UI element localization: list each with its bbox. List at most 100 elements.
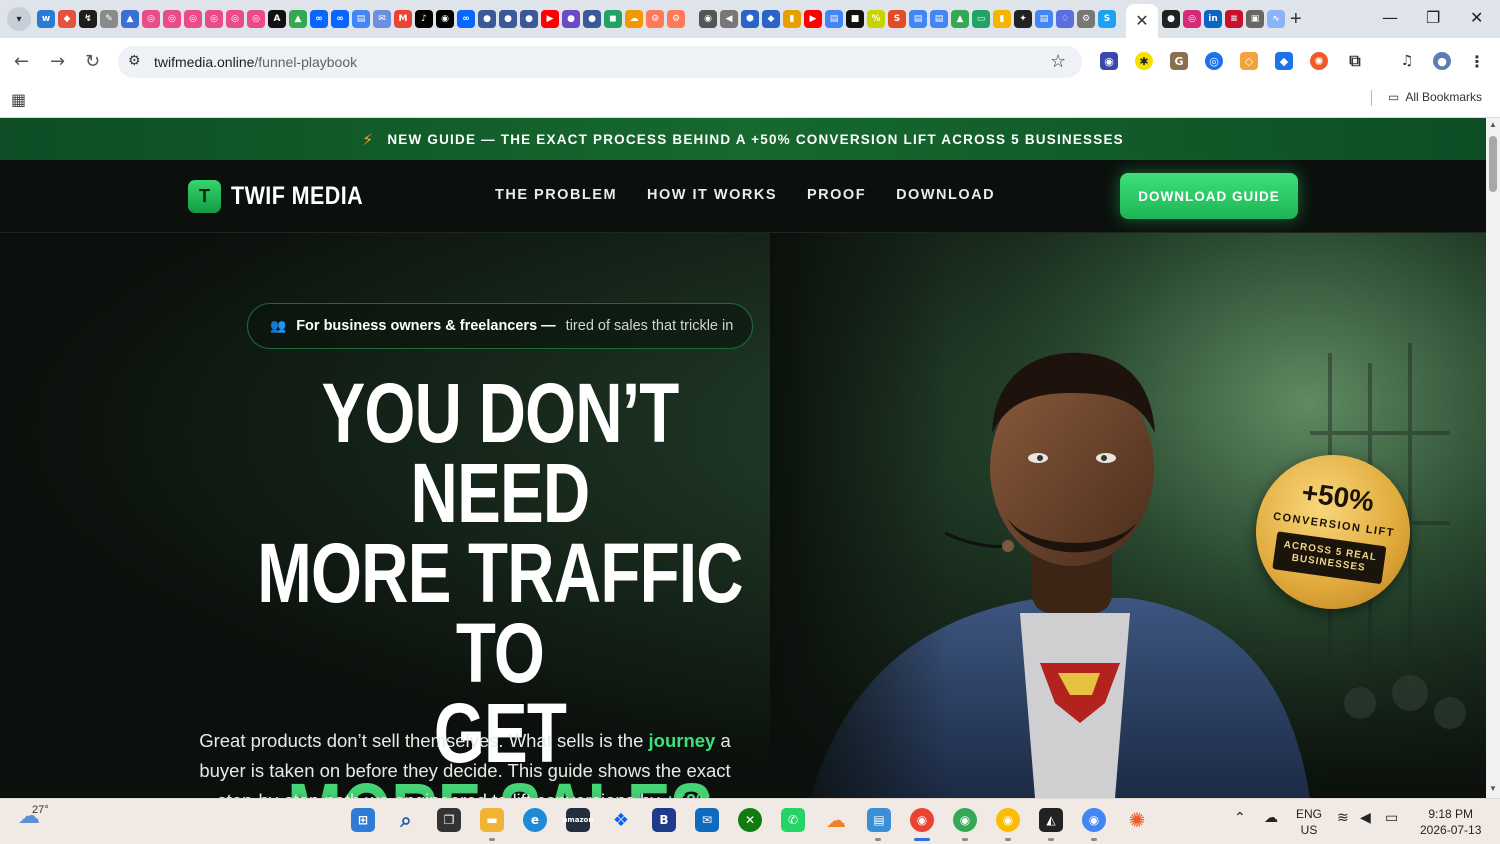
tab-favicon-icon[interactable]: ⬢ — [741, 10, 759, 28]
dropbox-icon[interactable]: ❖ — [609, 808, 633, 832]
tab-favicon-icon[interactable]: A — [268, 10, 286, 28]
tab-favicon-icon[interactable]: ▤ — [352, 10, 370, 28]
tab-favicon-icon[interactable]: ● — [1162, 10, 1180, 28]
windows-start-icon[interactable]: ⊞ — [351, 808, 375, 832]
extension-icon[interactable]: ✺ — [1310, 52, 1328, 70]
tab-favicon-icon[interactable]: ☁ — [625, 10, 643, 28]
extension-icon[interactable]: ◉ — [1100, 52, 1118, 70]
tab-favicon-icon[interactable]: ◆ — [58, 10, 76, 28]
tab-favicon-icon[interactable]: ▶ — [804, 10, 822, 28]
volume-icon[interactable]: ◀ — [1360, 810, 1371, 826]
tab-favicon-icon[interactable]: ▲ — [121, 10, 139, 28]
nav-link-download[interactable]: DOWNLOAD — [896, 187, 995, 203]
url-text[interactable]: twifmedia.online/funnel-playbook — [154, 54, 357, 70]
media-control-icon[interactable]: ♫ — [1398, 52, 1416, 70]
tray-overflow-icon[interactable]: ⌃ — [1234, 810, 1246, 826]
tab-favicon-icon[interactable]: ◆ — [762, 10, 780, 28]
tab-favicon-icon[interactable]: ● — [478, 10, 496, 28]
scroll-thumb[interactable] — [1489, 136, 1497, 192]
tab-favicon-icon[interactable]: ▲ — [289, 10, 307, 28]
tab-favicon-icon[interactable]: ● — [499, 10, 517, 28]
tab-favicon-icon[interactable]: ◉ — [699, 10, 717, 28]
scroll-down-icon[interactable]: ▼ — [1489, 784, 1497, 793]
chrome-profile-icon[interactable]: ◉ — [1082, 808, 1106, 832]
edge-icon[interactable]: e — [523, 808, 547, 832]
nav-link-the-problem[interactable]: THE PROBLEM — [495, 187, 617, 203]
tab-favicon-icon[interactable]: ⚙ — [667, 10, 685, 28]
tab-favicon-icon[interactable]: ▲ — [951, 10, 969, 28]
extension-icon[interactable]: ◇ — [1240, 52, 1258, 70]
page-scrollbar[interactable]: ▲ ▼ — [1486, 118, 1500, 798]
browser-menu-icon[interactable]: ⋮ — [1468, 52, 1486, 71]
tab-favicon-icon[interactable]: M — [394, 10, 412, 28]
system-clock[interactable]: 9:18 PM 2026-07-13 — [1420, 806, 1481, 838]
back-icon[interactable]: ← — [14, 51, 29, 72]
close-window-icon[interactable]: ✕ — [1470, 8, 1483, 27]
extensions-puzzle-icon[interactable]: ⧉ — [1346, 51, 1364, 70]
whatsapp-icon[interactable]: ✆ — [781, 808, 805, 832]
tab-favicon-icon[interactable]: ▤ — [930, 10, 948, 28]
restore-icon[interactable]: ❐ — [1426, 8, 1440, 27]
extension-icon[interactable]: ◆ — [1275, 52, 1293, 70]
onedrive-icon[interactable]: ☁ — [1264, 810, 1278, 826]
weather-widget[interactable]: ☁ 27° — [18, 804, 49, 829]
tab-favicon-icon[interactable]: ∞ — [457, 10, 475, 28]
outlook-icon[interactable]: ✉ — [695, 808, 719, 832]
notepad-icon[interactable]: ▤ — [867, 808, 891, 832]
tab-favicon-icon[interactable]: ◎ — [247, 10, 265, 28]
nav-link-how-it-works[interactable]: HOW IT WORKS — [647, 187, 777, 203]
tab-favicon-icon[interactable]: ▭ — [972, 10, 990, 28]
chrome-icon[interactable]: ◉ — [910, 808, 934, 832]
task-view-icon[interactable]: ❐ — [437, 808, 461, 832]
tab-favicon-icon[interactable]: ◼ — [604, 10, 622, 28]
tab-favicon-icon[interactable]: ◀ — [720, 10, 738, 28]
tab-favicon-icon[interactable]: ◉ — [436, 10, 454, 28]
chrome-profile-icon[interactable]: ◉ — [996, 808, 1020, 832]
cloudflare-icon[interactable]: ☁ — [824, 808, 848, 832]
tab-favicon-icon[interactable]: ◎ — [226, 10, 244, 28]
tab-favicon-icon[interactable]: ∞ — [310, 10, 328, 28]
tab-favicon-icon[interactable]: ↯ — [79, 10, 97, 28]
profile-avatar[interactable]: ● — [1433, 52, 1451, 70]
reload-icon[interactable]: ↻ — [85, 51, 100, 72]
file-explorer-icon[interactable]: ▬ — [480, 808, 504, 832]
tab-favicon-icon[interactable]: ◎ — [184, 10, 202, 28]
logo-mark[interactable]: T — [188, 180, 221, 213]
tab-favicon-icon[interactable]: ▤ — [825, 10, 843, 28]
tab-favicon-icon[interactable]: w — [37, 10, 55, 28]
tab-favicon-icon[interactable]: ◎ — [205, 10, 223, 28]
tab-favicon-icon[interactable]: ♪ — [415, 10, 433, 28]
tab-favicon-icon[interactable]: ▣ — [1246, 10, 1264, 28]
tab-favicon-icon[interactable]: ● — [520, 10, 538, 28]
tab-favicon-icon[interactable]: ● — [562, 10, 580, 28]
tab-favicon-icon[interactable]: ◎ — [1183, 10, 1201, 28]
tab-favicon-icon[interactable]: ⚙ — [646, 10, 664, 28]
extension-icon[interactable]: ◎ — [1205, 52, 1223, 70]
tab-favicon-icon[interactable]: ✦ — [1014, 10, 1032, 28]
logo-text[interactable]: TWIF MEDIA — [231, 182, 363, 211]
tab-favicon-icon[interactable]: ∞ — [331, 10, 349, 28]
tab-favicon-icon[interactable]: ⚙ — [1077, 10, 1095, 28]
claude-icon[interactable]: ✺ — [1125, 808, 1149, 832]
chrome-profile-icon[interactable]: ◉ — [953, 808, 977, 832]
tab-favicon-icon[interactable]: ▤ — [1035, 10, 1053, 28]
amazon-icon[interactable]: amazon — [563, 808, 593, 832]
app-icon[interactable]: ◭ — [1039, 808, 1063, 832]
tab-favicon-icon[interactable]: % — [867, 10, 885, 28]
tab-favicon-icon[interactable]: ✉ — [373, 10, 391, 28]
tab-favicon-icon[interactable]: ▮ — [993, 10, 1011, 28]
tab-favicon-icon[interactable]: ✎ — [100, 10, 118, 28]
battery-icon[interactable]: ▭ — [1385, 810, 1398, 826]
active-tab-close-icon[interactable]: ✕ — [1126, 4, 1158, 38]
new-tab-button[interactable]: + — [1290, 8, 1302, 31]
language-indicator[interactable]: ENG US — [1296, 806, 1322, 838]
tab-favicon-icon[interactable]: ♢ — [1056, 10, 1074, 28]
search-icon[interactable]: ⌕ — [394, 808, 418, 832]
tab-favicon-icon[interactable]: ◎ — [142, 10, 160, 28]
tab-favicon-icon[interactable]: ∿ — [1267, 10, 1285, 28]
tab-favicon-icon[interactable]: S — [1098, 10, 1116, 28]
scroll-up-icon[interactable]: ▲ — [1489, 120, 1497, 129]
tab-favicon-icon[interactable]: ● — [583, 10, 601, 28]
wifi-icon[interactable]: ≋ — [1337, 810, 1349, 826]
bitwarden-icon[interactable]: B — [652, 808, 676, 832]
